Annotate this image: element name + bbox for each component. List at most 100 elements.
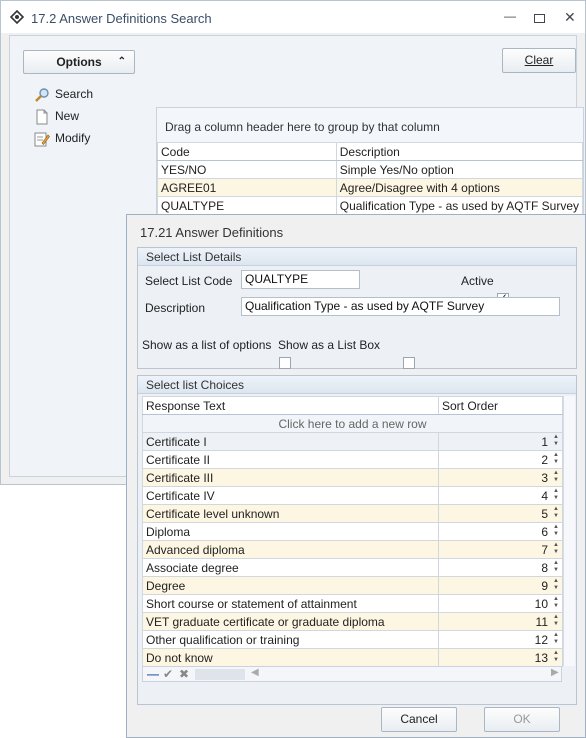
choice-row[interactable]: Short course or statement of attainment 1…	[142, 594, 563, 613]
spinner-icon[interactable]: ▲ ▼	[551, 578, 561, 593]
cell-code: QUALTYPE	[157, 196, 337, 215]
menu-item-search[interactable]: Search	[34, 85, 93, 103]
choice-row[interactable]: Certificate IV 4 ▲ ▼	[142, 486, 563, 505]
sort-order-cell[interactable]: 10 ▲ ▼	[438, 594, 563, 613]
show-options-checkbox[interactable]	[279, 356, 292, 369]
spinner-icon[interactable]: ▲ ▼	[551, 542, 561, 557]
response-text-cell[interactable]: Advanced diploma	[142, 540, 439, 559]
spinner-icon[interactable]: ▲ ▼	[551, 506, 561, 521]
answer-definitions-grid: Drag a column header here to group by th…	[156, 107, 584, 227]
response-text-cell[interactable]: Short course or statement of attainment	[142, 594, 439, 613]
answer-definitions-dialog: 17.21 Answer Definitions Select List Det…	[126, 214, 586, 738]
spinner-icon[interactable]: ▲ ▼	[551, 614, 561, 629]
options-label: Options	[56, 55, 102, 69]
vertical-scrollbar[interactable]	[563, 396, 575, 666]
close-icon[interactable]: ✕	[564, 9, 576, 26]
group-header: Select list Choices	[138, 376, 576, 394]
sort-order-cell[interactable]: 7 ▲ ▼	[438, 540, 563, 559]
spinner-icon[interactable]: ▲ ▼	[551, 452, 561, 467]
menu-item-label: Modify	[55, 131, 91, 145]
column-header-response-text[interactable]: Response Text	[142, 396, 439, 415]
table-row[interactable]: QUALTYPE Qualification Type - as used by…	[157, 196, 584, 215]
response-text-cell[interactable]: Degree	[142, 576, 439, 595]
response-text-cell[interactable]: Certificate level unknown	[142, 504, 439, 523]
sort-order-value: 10	[534, 596, 548, 611]
sort-order-cell[interactable]: 4 ▲ ▼	[438, 486, 563, 505]
response-text-cell[interactable]: Certificate IV	[142, 486, 439, 505]
ok-button[interactable]: OK	[484, 707, 560, 732]
choice-row[interactable]: Associate degree 8 ▲ ▼	[142, 558, 563, 577]
horizontal-scroll-thumb[interactable]	[195, 669, 245, 680]
sort-order-cell[interactable]: 2 ▲ ▼	[438, 450, 563, 469]
sort-order-cell[interactable]: 1 ▲ ▼	[438, 432, 563, 451]
menu-item-modify[interactable]: Modify	[34, 129, 90, 147]
choice-row[interactable]: Do not know 13 ▲ ▼	[142, 648, 563, 667]
clear-button[interactable]: Clear	[502, 48, 576, 73]
window-title: 17.2 Answer Definitions Search	[31, 11, 212, 26]
choice-row[interactable]: Diploma 6 ▲ ▼	[142, 522, 563, 541]
cell-code: YES/NO	[157, 160, 337, 179]
search-icon	[34, 87, 50, 103]
choice-row[interactable]: Certificate level unknown 5 ▲ ▼	[142, 504, 563, 523]
sort-order-cell[interactable]: 9 ▲ ▼	[438, 576, 563, 595]
sort-order-cell[interactable]: 3 ▲ ▼	[438, 468, 563, 487]
show-listbox-checkbox[interactable]	[402, 356, 415, 369]
options-button[interactable]: Options ⌃	[23, 50, 135, 74]
cancel-edit-icon[interactable]: ✖	[179, 667, 189, 681]
scroll-left-icon[interactable]: ◀	[251, 667, 259, 678]
choice-row[interactable]: Certificate III 3 ▲ ▼	[142, 468, 563, 487]
sort-order-cell[interactable]: 13 ▲ ▼	[438, 648, 563, 667]
restore-icon[interactable]	[534, 14, 545, 23]
column-header-sort-order[interactable]: Sort Order	[438, 396, 563, 415]
show-listbox-label: Show as a List Box	[278, 338, 381, 352]
response-text-cell[interactable]: Certificate I	[142, 432, 439, 451]
active-label: Active	[461, 274, 494, 288]
spinner-icon[interactable]: ▲ ▼	[551, 632, 561, 647]
response-text-cell[interactable]: Certificate II	[142, 450, 439, 469]
menu-item-new[interactable]: New	[34, 107, 79, 125]
response-text-cell[interactable]: Other qualification or training	[142, 630, 439, 649]
spinner-icon[interactable]: ▲ ▼	[551, 488, 561, 503]
sort-order-cell[interactable]: 5 ▲ ▼	[438, 504, 563, 523]
response-text-cell[interactable]: Do not know	[142, 648, 439, 667]
scroll-right-icon[interactable]: ▶	[551, 667, 559, 678]
add-new-row[interactable]: Click here to add a new row	[142, 414, 563, 433]
app-icon	[9, 9, 25, 25]
cancel-button[interactable]: Cancel	[381, 707, 457, 732]
choice-row[interactable]: Certificate II 2 ▲ ▼	[142, 450, 563, 469]
table-row[interactable]: YES/NO Simple Yes/No option	[157, 160, 584, 179]
sort-order-cell[interactable]: 6 ▲ ▼	[438, 522, 563, 541]
sort-order-cell[interactable]: 12 ▲ ▼	[438, 630, 563, 649]
table-row[interactable]: AGREE01 Agree/Disagree with 4 options	[157, 178, 584, 197]
spinner-icon[interactable]: ▲ ▼	[551, 650, 561, 665]
confirm-icon[interactable]: ✔	[163, 667, 173, 681]
minimize-icon[interactable]: —	[504, 9, 516, 23]
sort-order-cell[interactable]: 11 ▲ ▼	[438, 612, 563, 631]
sort-order-cell[interactable]: 8 ▲ ▼	[438, 558, 563, 577]
spinner-icon[interactable]: ▲ ▼	[551, 524, 561, 539]
spinner-icon[interactable]: ▲ ▼	[551, 434, 561, 449]
select-list-code-input[interactable]: QUALTYPE	[241, 270, 360, 289]
description-label: Description	[145, 301, 206, 315]
edit-icon	[34, 131, 50, 147]
response-text-cell[interactable]: Associate degree	[142, 558, 439, 577]
spinner-icon[interactable]: ▲ ▼	[551, 596, 561, 611]
response-text-cell[interactable]: VET graduate certificate or graduate dip…	[142, 612, 439, 631]
sort-order-value: 13	[534, 650, 548, 665]
response-text-cell[interactable]: Certificate III	[142, 468, 439, 487]
menu-item-label: Search	[55, 87, 94, 101]
choice-row[interactable]: VET graduate certificate or graduate dip…	[142, 612, 563, 631]
column-header-description[interactable]: Description	[335, 142, 584, 161]
choice-row[interactable]: Certificate I 1 ▲ ▼	[142, 432, 563, 451]
spinner-icon[interactable]: ▲ ▼	[551, 560, 561, 575]
choice-row[interactable]: Degree 9 ▲ ▼	[142, 576, 563, 595]
response-text-cell[interactable]: Diploma	[142, 522, 439, 541]
choice-row[interactable]: Advanced diploma 7 ▲ ▼	[142, 540, 563, 559]
choice-row[interactable]: Other qualification or training 12 ▲ ▼	[142, 630, 563, 649]
column-header-code[interactable]: Code	[157, 142, 337, 161]
description-input[interactable]: Qualification Type - as used by AQTF Sur…	[241, 297, 560, 316]
cell-description: Agree/Disagree with 4 options	[335, 178, 584, 197]
cell-description: Qualification Type - as used by AQTF Sur…	[335, 196, 584, 215]
delete-row-icon[interactable]: —	[147, 667, 159, 681]
spinner-icon[interactable]: ▲ ▼	[551, 470, 561, 485]
